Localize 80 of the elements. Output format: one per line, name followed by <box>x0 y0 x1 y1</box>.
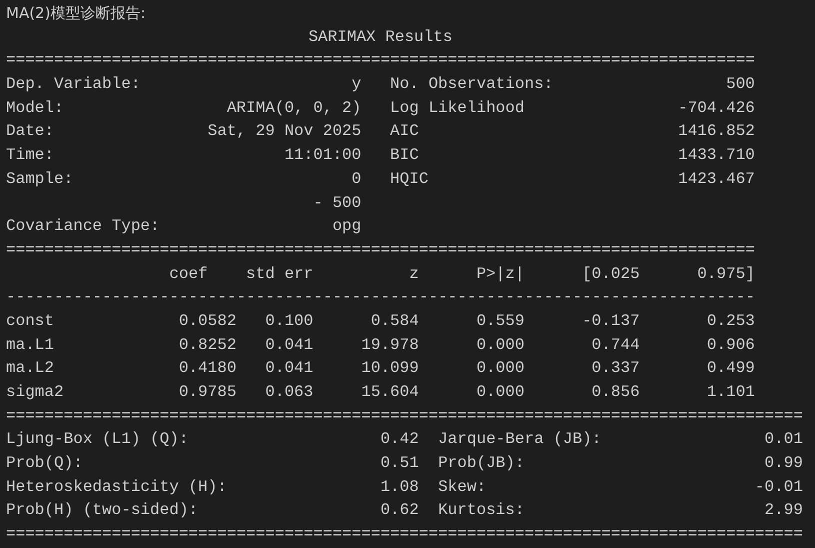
table-cell-text: 0.744 <box>592 334 640 356</box>
stat-label: Kurtosis: <box>438 500 524 522</box>
column-header: P>|z| <box>476 264 524 285</box>
stat-value: ARIMA(0, 0, 2) <box>226 98 362 119</box>
stat-label: Model: <box>6 98 64 119</box>
separator-line: =================================================================================== <box>6 406 804 427</box>
stat-label: BIC <box>390 145 419 166</box>
column-header: coef <box>169 264 209 285</box>
table-cell-text: 0.856 <box>592 382 640 403</box>
stat-label: Ljung-Box (L1) (Q): <box>6 429 188 450</box>
table-cell-text: 0.499 <box>706 358 755 380</box>
table-cell-text: 0.4180 <box>178 358 236 380</box>
table-cell-text: 0.584 <box>370 310 419 332</box>
results-title: SARIMAX Results <box>308 26 452 48</box>
stat-label: Date: <box>6 121 54 142</box>
stat-value: 0.42 <box>380 429 419 450</box>
row-label: sigma2 <box>6 382 64 403</box>
stat-value: opg <box>332 216 362 238</box>
stat-value: 0.62 <box>380 500 419 522</box>
stat-label: Log Likelihood <box>390 98 524 119</box>
table-cell-text: 0.041 <box>265 334 314 356</box>
stat-label: Skew: <box>438 476 486 498</box>
table-cell-text: 0.9785 <box>178 382 236 403</box>
stat-value: 11:01:00 <box>284 145 362 166</box>
table-cell-text: 0.337 <box>592 358 640 380</box>
table-cell-text: -0.137 <box>582 310 640 332</box>
row-label: const <box>6 310 54 332</box>
table-cell-text: 0.000 <box>476 334 524 356</box>
stat-label: Covariance Type: <box>6 216 160 238</box>
table-cell-text: 1.101 <box>706 382 755 403</box>
output-heading: MA(2)模型诊断报告: <box>6 4 146 22</box>
column-header: 0.975] <box>697 264 755 285</box>
column-header: std err <box>246 264 314 285</box>
stat-label: Prob(JB): <box>438 453 524 474</box>
table-cell-text: 0.000 <box>476 382 524 403</box>
stat-value: 0 <box>352 168 362 190</box>
table-cell-text: 0.063 <box>265 382 314 403</box>
table-cell-text: 0.8252 <box>178 334 236 356</box>
stat-value: 0.01 <box>764 429 803 450</box>
separator-line: ------------------------------------------------------------------------------ <box>6 287 756 308</box>
stat-value: 1.08 <box>380 476 419 498</box>
column-header: [0.025 <box>582 264 640 285</box>
stat-label: AIC <box>390 121 419 142</box>
table-cell-text: 0.906 <box>706 334 755 356</box>
stat-label: HQIC <box>390 168 428 190</box>
stat-label: Prob(Q): <box>6 453 83 474</box>
stat-value: Sat, 29 Nov 2025 <box>208 121 362 142</box>
stat-value: -0.01 <box>754 476 803 498</box>
table-cell-text: 0.253 <box>706 310 755 332</box>
stat-value: 500 <box>726 74 755 96</box>
table-cell-text: 0.100 <box>265 310 314 332</box>
table-cell-text: 0.0582 <box>178 310 236 332</box>
table-cell-text: 10.099 <box>361 358 419 380</box>
stat-label: Time: <box>6 145 54 166</box>
stat-label: Sample: <box>6 168 74 190</box>
stat-label: No. Observations: <box>390 74 554 96</box>
stat-value: 0.51 <box>380 453 419 474</box>
stat-value: 1416.852 <box>678 121 755 142</box>
stat-value: y <box>352 74 362 96</box>
row-label: ma.L1 <box>6 334 54 356</box>
separator-line: ============================================================================== <box>6 240 756 261</box>
table-cell-text: 0.000 <box>476 358 524 380</box>
column-header: z <box>409 264 419 285</box>
stat-label: Heteroskedasticity (H): <box>6 476 227 498</box>
stat-label: Dep. Variable: <box>6 74 140 96</box>
row-label: ma.L2 <box>6 358 54 380</box>
stat-value: - 500 <box>313 192 362 214</box>
stat-label: Jarque-Bera (JB): <box>438 429 602 450</box>
table-cell-text: 15.604 <box>361 382 419 403</box>
separator-line: ============================================================================== <box>6 50 756 72</box>
table-cell-text: 0.041 <box>265 358 314 380</box>
table-cell-text: 19.978 <box>361 334 419 356</box>
stat-value: 0.99 <box>764 453 803 474</box>
separator-line: =================================================================================== <box>6 524 804 546</box>
stat-value: 2.99 <box>764 500 803 522</box>
table-cell-text: 0.559 <box>476 310 524 332</box>
stat-value: 1423.467 <box>678 168 755 190</box>
stat-value: -704.426 <box>678 98 755 119</box>
stat-label: Prob(H) (two-sided): <box>6 500 198 522</box>
stat-value: 1433.710 <box>678 145 755 166</box>
